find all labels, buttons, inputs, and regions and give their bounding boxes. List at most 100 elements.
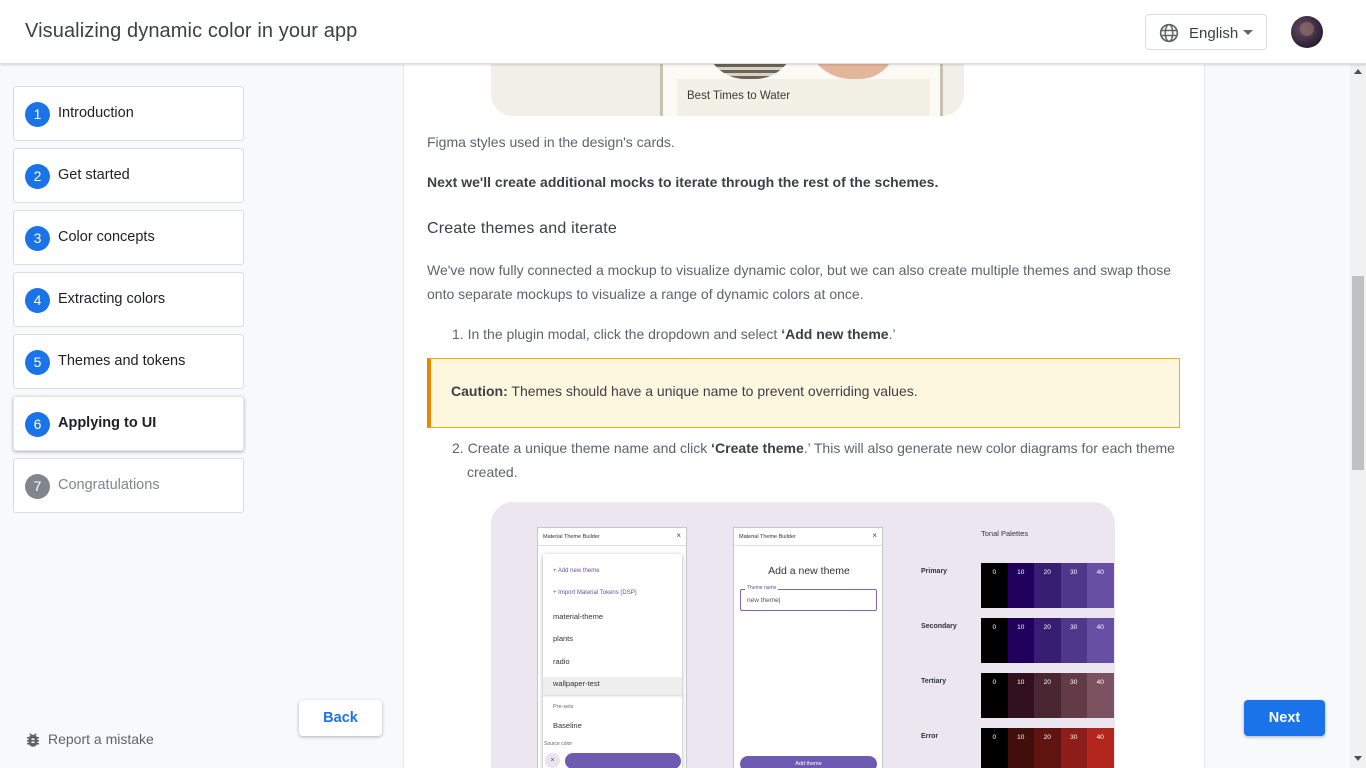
- tone-swatch: 0: [981, 728, 1008, 768]
- step-label: Get started: [58, 167, 130, 183]
- app-card-label: Best Times to Water: [687, 90, 791, 102]
- bug-icon: [27, 733, 39, 747]
- list-text: In the plugin modal, click the dropdown …: [467, 326, 782, 342]
- palette-row: 0 10 20 30 40: [981, 728, 1115, 768]
- step-number: 7: [25, 474, 50, 499]
- palette-label: Error: [921, 733, 939, 740]
- close-icon: ×: [872, 531, 877, 540]
- tone-swatch: 40: [1087, 563, 1114, 608]
- add-theme-heading: Add a new theme: [768, 565, 850, 577]
- theme-option: wallpaper-test: [553, 679, 600, 688]
- phone-frame: Best Times to Water: [660, 64, 943, 116]
- palette-label: Tertiary: [921, 678, 947, 685]
- tone-swatch: 20: [1034, 563, 1061, 608]
- palette-row: 0 10 20 30 40: [981, 618, 1115, 663]
- intro-paragraph-line1: We've now fully connected a mockup to vi…: [427, 262, 1172, 278]
- list-text: .’ This will also generate new color dia…: [803, 440, 1175, 456]
- list-text: .’: [888, 326, 896, 342]
- step-congratulations[interactable]: 7 Congratulations: [13, 458, 244, 513]
- codelab-content: Best Times to Water Figma styles used in…: [404, 64, 1204, 768]
- list-text: Create a unique theme name and click: [467, 440, 712, 456]
- tone-swatch: 40: [1087, 618, 1114, 663]
- step-number: 3: [25, 226, 50, 251]
- step-number: 5: [25, 350, 50, 375]
- list-number: 1.: [452, 326, 464, 342]
- step-applying-to-ui[interactable]: 6 Applying to UI: [13, 396, 244, 451]
- clear-icon: ×: [545, 753, 560, 768]
- caret-down-icon: [1243, 30, 1253, 35]
- tone-swatch: 10: [1007, 673, 1034, 718]
- user-avatar[interactable]: [1291, 16, 1323, 48]
- tone-swatch: 40: [1087, 673, 1114, 718]
- theme-builder-panel-new-theme: Material Theme Builder × Add a new theme…: [733, 527, 883, 768]
- step-number: 2: [25, 164, 50, 189]
- step-label: Themes and tokens: [58, 353, 186, 369]
- list-item-2-continued: created.: [467, 464, 518, 480]
- next-step-text: Next we'll create additional mocks to it…: [427, 170, 938, 194]
- back-button[interactable]: Back: [299, 700, 382, 736]
- preset-option: Baseline: [553, 721, 582, 730]
- tone-swatch: 0: [981, 563, 1008, 608]
- language-label: English: [1189, 25, 1239, 42]
- hand-photo: [806, 64, 896, 79]
- theme-builder-diagram: Material Theme Builder × + Add new theme…: [491, 502, 1115, 768]
- language-selector[interactable]: English: [1145, 14, 1267, 50]
- theme-name-field: Theme name new theme|: [740, 585, 877, 611]
- theme-name-value: new theme|: [747, 597, 781, 604]
- tone-swatch: 0: [981, 618, 1008, 663]
- tone-swatch: 40: [1087, 728, 1114, 768]
- tone-swatch: 10: [1007, 618, 1034, 663]
- panel-title: Material Theme Builder: [543, 534, 600, 540]
- step-label: Applying to UI: [58, 415, 157, 431]
- step-extracting-colors[interactable]: 4 Extracting colors: [13, 272, 244, 327]
- tone-swatch: 0: [981, 673, 1008, 718]
- close-icon: ×: [676, 531, 681, 540]
- caution-callout: Caution: Themes should have a unique nam…: [427, 358, 1180, 428]
- scroll-up-arrow-icon[interactable]: [1354, 69, 1362, 74]
- step-number: 4: [25, 288, 50, 313]
- step-number: 1: [25, 102, 50, 127]
- list-number: 2.: [452, 440, 464, 456]
- next-step-bold: Next we'll create additional mocks to it…: [427, 174, 939, 190]
- list-bold: ‘Create theme: [711, 440, 804, 456]
- list-bold: ‘Add new theme: [781, 326, 889, 342]
- step-introduction[interactable]: 1 Introduction: [13, 86, 244, 141]
- palette-label: Secondary: [921, 623, 957, 630]
- palette-row: 0 10 20 30 40: [981, 563, 1115, 608]
- step-label: Extracting colors: [58, 291, 166, 307]
- tone-swatch: 30: [1060, 728, 1087, 768]
- theme-dropdown-menu: + Add new theme + Import Material Tokens…: [543, 554, 682, 768]
- divider: [543, 695, 682, 696]
- plant-app-mockup-image: Best Times to Water: [491, 64, 964, 116]
- image-caption: Figma styles used in the design's cards.: [427, 134, 675, 150]
- caution-text: Caution: Themes should have a unique nam…: [451, 383, 918, 399]
- section-heading: Create themes and iterate: [427, 220, 617, 237]
- source-color-button: [565, 753, 681, 768]
- tone-swatch: 30: [1060, 563, 1087, 608]
- step-label: Congratulations: [58, 477, 160, 493]
- scroll-down-arrow-icon[interactable]: [1354, 756, 1362, 761]
- step-color-concepts[interactable]: 3 Color concepts: [13, 210, 244, 265]
- theme-builder-panel-dropdown: Material Theme Builder × + Add new theme…: [537, 527, 687, 768]
- add-theme-button: Add theme: [740, 756, 877, 768]
- tone-swatch: 30: [1060, 618, 1087, 663]
- step-label: Introduction: [58, 105, 134, 121]
- source-color-label: Source color: [544, 741, 573, 747]
- report-mistake-label: Report a mistake: [48, 731, 154, 747]
- tone-swatch: 20: [1034, 618, 1061, 663]
- step-get-started[interactable]: 2 Get started: [13, 148, 244, 203]
- caution-label: Caution:: [451, 383, 508, 399]
- add-new-theme-option: + Add new theme: [553, 568, 600, 574]
- page-title: Visualizing dynamic color in your app: [25, 20, 358, 42]
- theme-option: radio: [553, 657, 570, 666]
- tone-swatch: 20: [1034, 673, 1061, 718]
- theme-name-label: Theme name: [745, 585, 779, 591]
- theme-option: plants: [553, 634, 574, 643]
- step-themes-and-tokens[interactable]: 5 Themes and tokens: [13, 334, 244, 389]
- next-button[interactable]: Next: [1244, 700, 1325, 736]
- scroll-thumb[interactable]: [1352, 276, 1364, 470]
- palette-row: 0 10 20 30 40: [981, 673, 1115, 718]
- presets-label: Pre-sets: [553, 704, 574, 710]
- caution-body: Themes should have a unique name to prev…: [507, 383, 918, 399]
- page-scrollbar[interactable]: [1350, 64, 1366, 768]
